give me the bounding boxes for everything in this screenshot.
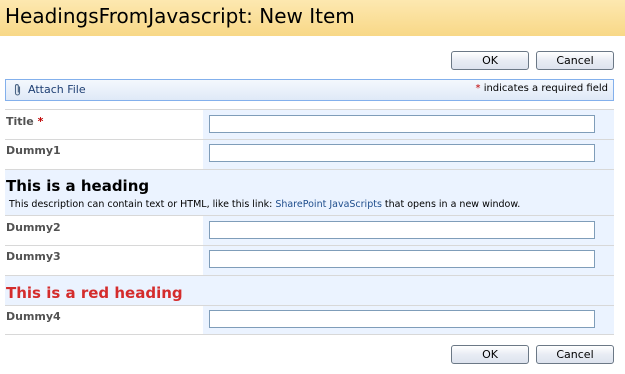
title-input[interactable] — [209, 115, 595, 133]
ok-button-bottom[interactable]: OK — [451, 345, 529, 364]
required-field-note: * indicates a required field — [476, 83, 608, 94]
dummy4-label: Dummy4 — [6, 310, 61, 323]
attach-file-link[interactable]: Attach File — [28, 83, 86, 96]
title-label: Title * — [5, 115, 203, 128]
paperclip-icon[interactable] — [13, 83, 23, 97]
dummy4-input[interactable] — [209, 310, 595, 328]
description-prefix: This description can contain text or HTM… — [9, 199, 276, 210]
required-note-text: indicates a required field — [480, 83, 608, 94]
description-suffix: that opens in a new window. — [381, 199, 521, 210]
dummy1-label: Dummy1 — [6, 144, 61, 157]
title-label-text: Title — [6, 115, 34, 128]
section-heading: This is a heading — [6, 177, 150, 195]
dummy1-input[interactable] — [209, 144, 595, 162]
title-bar: HeadingsFromJavascript: New Item — [0, 0, 625, 36]
cancel-button-top[interactable]: Cancel — [536, 51, 614, 70]
dummy3-label: Dummy3 — [6, 250, 61, 263]
row-separator — [5, 334, 614, 335]
title-required-star: * — [37, 115, 44, 128]
sharepoint-javascripts-link[interactable]: SharePoint JavaScripts — [275, 199, 382, 210]
toolbar: Attach File * indicates a required field — [5, 79, 614, 101]
red-section-heading: This is a red heading — [6, 284, 183, 302]
section-description: This description can contain text or HTM… — [9, 199, 520, 210]
dummy2-input[interactable] — [209, 221, 595, 239]
cancel-button-bottom[interactable]: Cancel — [536, 345, 614, 364]
page-title: HeadingsFromJavascript: New Item — [5, 4, 355, 28]
dummy2-label: Dummy2 — [6, 221, 61, 234]
dummy3-input[interactable] — [209, 250, 595, 268]
ok-button-top[interactable]: OK — [451, 51, 529, 70]
